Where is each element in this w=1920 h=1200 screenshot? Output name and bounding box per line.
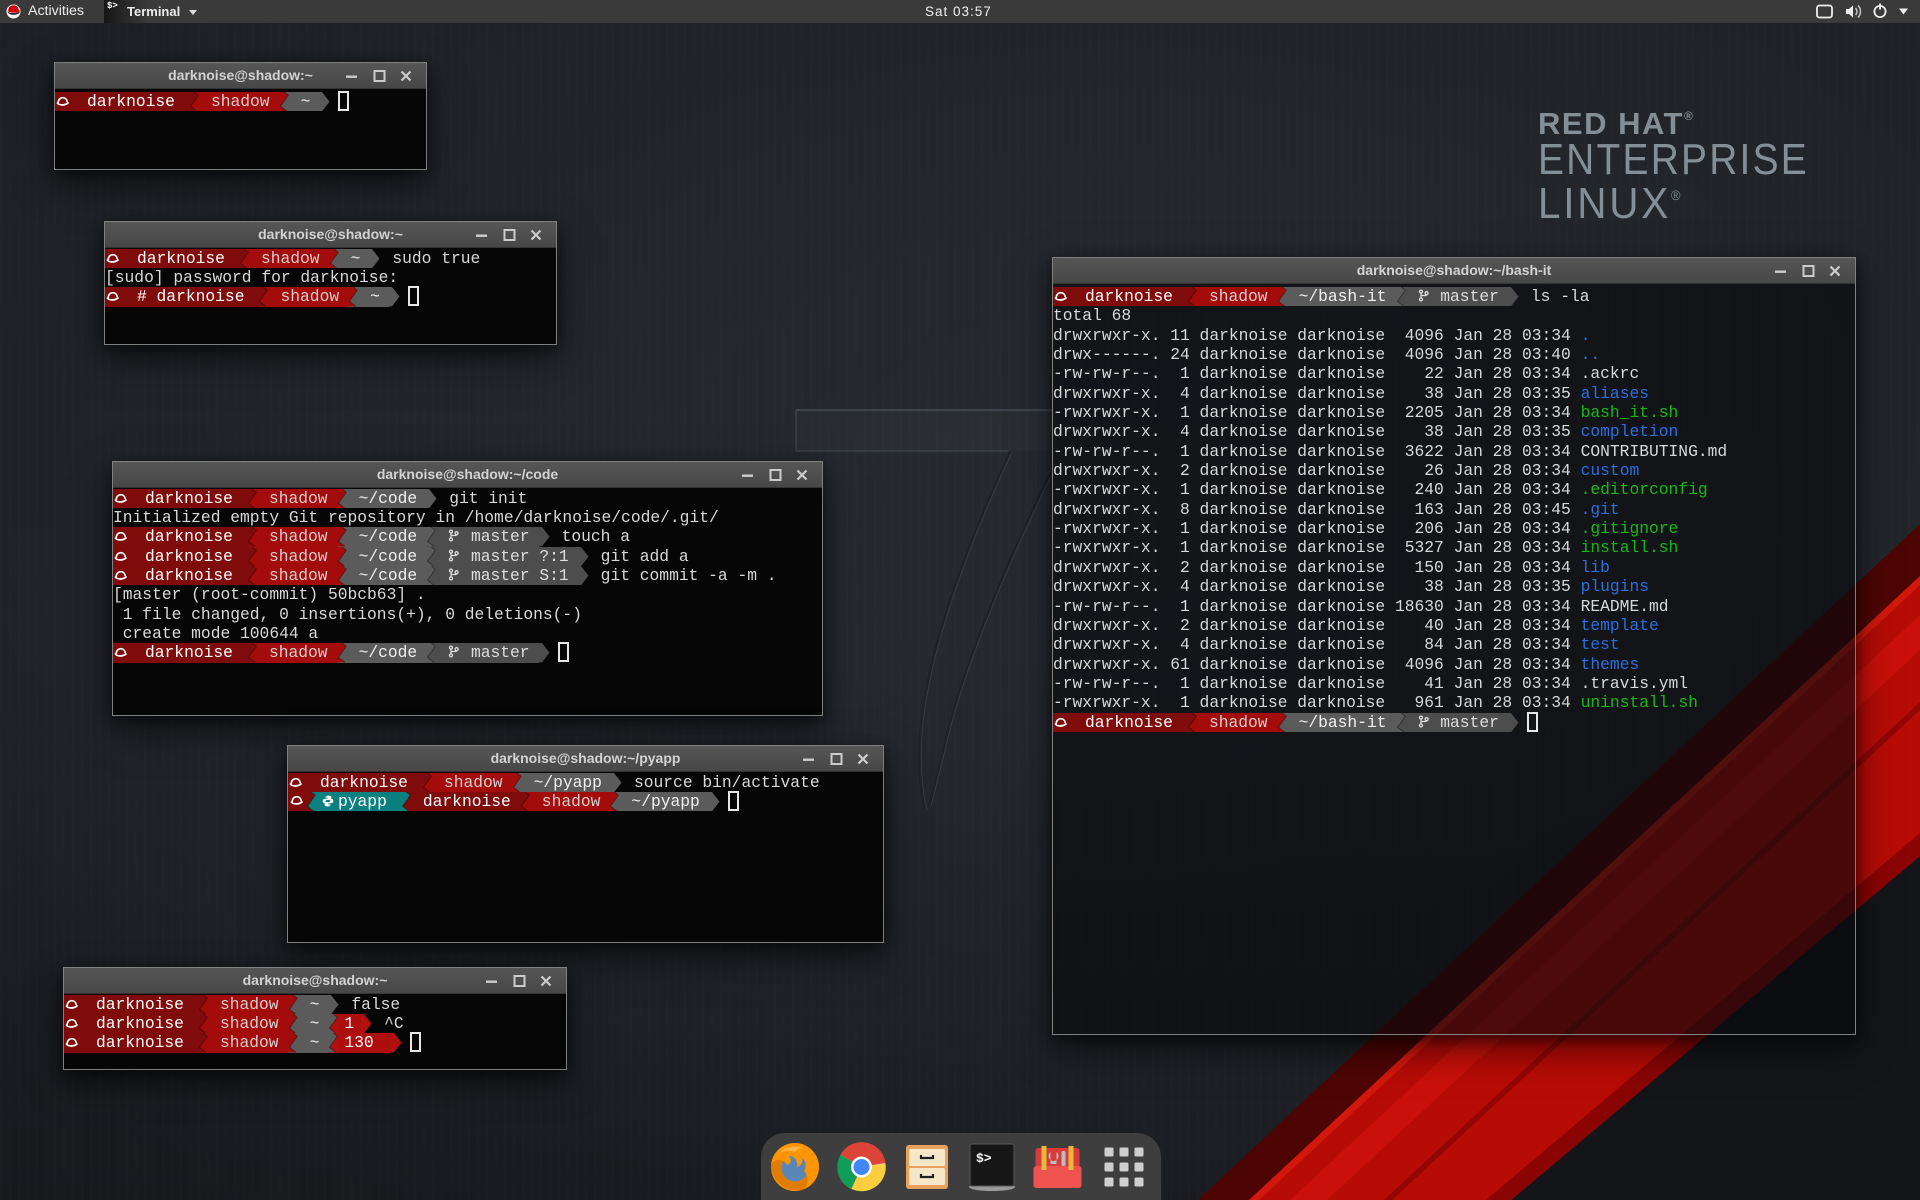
svg-text:$>: $> bbox=[976, 1151, 992, 1166]
